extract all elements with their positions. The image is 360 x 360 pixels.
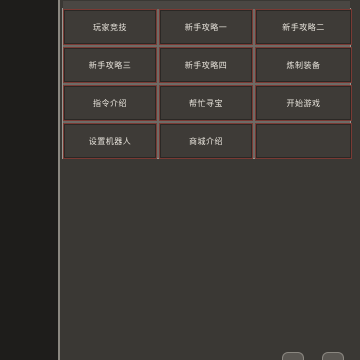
bottom-tab-button-1[interactable]	[282, 352, 304, 360]
menu-item-guide-1[interactable]: 新手攻略一	[159, 9, 253, 45]
menu-item-commands[interactable]: 指令介绍	[63, 85, 157, 121]
menu-item-player-arena[interactable]: 玩家竞技	[63, 9, 157, 45]
bottom-tab-button-2[interactable]	[322, 352, 344, 360]
menu-item-shop-intro[interactable]: 商城介绍	[159, 123, 253, 159]
menu-item-guide-4[interactable]: 新手攻略四	[159, 47, 253, 83]
menu-item-start-game[interactable]: 开始游戏	[255, 85, 352, 121]
menu-item-treasure-hunt[interactable]: 帮忙寻宝	[159, 85, 253, 121]
menu-item-guide-2[interactable]: 新手攻略二	[255, 9, 352, 45]
menu-item-setup-robot[interactable]: 设置机器人	[63, 123, 157, 159]
help-menu-grid: 玩家竞技 新手攻略一 新手攻略二 新手攻略三 新手攻略四 炼制装备 指令介绍 帮…	[62, 1, 352, 159]
menu-item-guide-3[interactable]: 新手攻略三	[63, 47, 157, 83]
menu-item-craft-equipment[interactable]: 炼制装备	[255, 47, 352, 83]
left-panel	[0, 0, 58, 360]
menu-item-empty	[255, 123, 352, 159]
